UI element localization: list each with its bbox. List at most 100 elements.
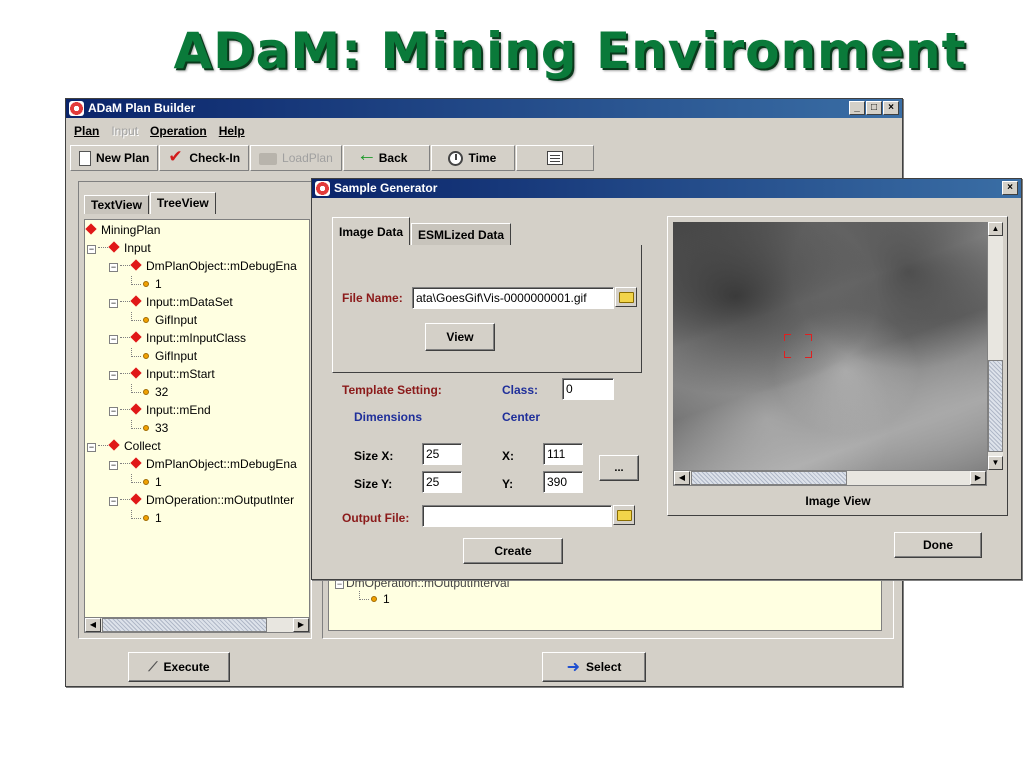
adam-app-icon [315,181,330,196]
menu-bar: Plan Input Operation Help [70,121,245,141]
scroll-up-arrow-icon[interactable]: ▲ [988,222,1003,236]
scroll-thumb[interactable] [691,471,847,485]
slide-title: ADaM: Mining Environment [173,22,967,80]
scroll-left-arrow-icon[interactable]: ◀ [85,618,101,632]
size-x-input[interactable]: 25 [422,443,462,465]
scroll-thumb[interactable] [102,618,267,632]
browse-output-button[interactable] [613,505,635,525]
close-button[interactable]: × [1002,181,1018,195]
image-vertical-scrollbar[interactable]: ▲ ▼ [987,222,1003,470]
tab-image-data[interactable]: Image Data [332,217,411,245]
tree-leaf[interactable]: GifInput [131,347,197,365]
x-label: X: [502,449,514,463]
left-panel-tabs: TextView TreeView [84,192,217,214]
close-button[interactable]: × [883,101,899,115]
execute-button[interactable]: ⟋ Execute [128,652,230,682]
tree-node[interactable]: − DmOperation::mOutputInter [109,491,294,509]
tab-textview[interactable]: TextView [84,195,149,214]
collapse-icon[interactable]: − [109,263,118,272]
scroll-right-arrow-icon[interactable]: ▶ [970,471,986,485]
node-diamond-icon [130,403,142,415]
menu-plan[interactable]: Plan [74,121,99,141]
back-button[interactable]: Back [342,144,431,171]
class-input[interactable]: 0 [562,378,614,400]
dimensions-label: Dimensions [354,410,423,424]
collapse-icon[interactable]: − [109,497,118,506]
collapse-icon[interactable]: − [87,443,96,452]
node-diamond-icon [108,241,120,253]
plan-builder-titlebar[interactable]: ADaM Plan Builder _ □ × [66,99,902,118]
scroll-thumb[interactable] [988,360,1003,452]
scroll-right-arrow-icon[interactable]: ▶ [293,618,309,632]
leaf-dot-icon [143,515,149,521]
selection-marker[interactable] [784,334,812,358]
template-setting-label: Template Setting: [342,383,442,397]
scroll-left-arrow-icon[interactable]: ◀ [674,471,690,485]
center-y-input[interactable]: 390 [543,471,583,493]
collapse-icon[interactable]: − [335,580,344,589]
collapse-icon[interactable]: − [109,299,118,308]
file-name-input[interactable]: ata\GoesGif\Vis-0000000001.gif [412,287,614,309]
new-plan-button[interactable]: New Plan [70,145,159,171]
collapse-icon[interactable]: − [109,461,118,470]
tree-leaf[interactable]: 1 [359,590,390,608]
image-data-panel [332,245,642,373]
tab-esmlized-data[interactable]: ESMLized Data [411,223,512,245]
collapse-icon[interactable]: − [109,407,118,416]
tree-node[interactable]: − Input::mDataSet [109,293,233,311]
tree-leaf[interactable]: GifInput [131,311,197,329]
tree-node[interactable]: − DmPlanObject::mDebugEna [109,257,297,275]
image-data-tabs: Image Data ESMLized Data [332,217,512,245]
arrow-left-icon [357,144,377,167]
minimize-button[interactable]: _ [849,101,865,115]
pick-center-button[interactable]: ... [599,455,639,481]
properties-icon [547,151,564,165]
load-plan-label: LoadPlan [282,151,333,165]
size-y-input[interactable]: 25 [422,471,462,493]
tree-leaf[interactable]: 1 [131,509,162,527]
collapse-icon[interactable]: − [109,371,118,380]
adam-app-icon [69,101,84,116]
tree-leaf[interactable]: 1 [131,275,162,293]
node-diamond-icon [130,295,142,307]
tree-node-root[interactable]: MiningPlan [85,221,160,239]
check-in-button[interactable]: Check-In [159,145,250,171]
done-button[interactable]: Done [894,532,982,558]
tab-treeview[interactable]: TreeView [149,192,216,214]
node-diamond-icon [85,223,97,235]
collapse-icon[interactable]: − [87,245,96,254]
create-button[interactable]: Create [463,538,563,564]
sample-generator-titlebar[interactable]: Sample Generator × [312,179,1021,198]
tree-leaf[interactable]: 32 [131,383,168,401]
tree-node[interactable]: − Input::mInputClass [109,329,246,347]
tree-node-input[interactable]: − Input [87,239,151,257]
time-button[interactable]: Time [431,145,516,171]
class-label: Class: [502,383,539,397]
tree-node[interactable]: − DmPlanObject::mDebugEna [109,455,297,473]
select-button[interactable]: ➜ Select [542,652,646,682]
menu-help[interactable]: Help [219,121,245,141]
new-plan-label: New Plan [96,151,150,165]
satellite-image[interactable] [673,222,987,470]
node-diamond-icon [130,331,142,343]
properties-button[interactable] [516,145,595,171]
tree-leaf[interactable]: 33 [131,419,168,437]
tree-node[interactable]: − Input::mEnd [109,401,211,419]
arrow-right-icon: ➜ [566,659,581,676]
menu-operation[interactable]: Operation [150,121,207,141]
scroll-down-arrow-icon[interactable]: ▼ [988,456,1003,470]
node-diamond-icon [130,259,142,271]
tree-horizontal-scrollbar[interactable]: ◀ ▶ [84,617,310,633]
tree-node[interactable]: − Input::mStart [109,365,215,383]
center-x-input[interactable]: 111 [543,443,583,465]
collapse-icon[interactable]: − [109,335,118,344]
view-button[interactable]: View [425,323,495,351]
tree-node-collect[interactable]: − Collect [87,437,161,455]
time-label: Time [468,151,497,165]
browse-file-button[interactable] [615,287,637,307]
maximize-button[interactable]: □ [866,101,882,115]
tree-leaf[interactable]: 1 [131,473,162,491]
wand-icon: ⟋ [148,659,158,674]
output-file-input[interactable] [422,505,612,527]
image-horizontal-scrollbar[interactable]: ◀ ▶ [673,470,987,486]
